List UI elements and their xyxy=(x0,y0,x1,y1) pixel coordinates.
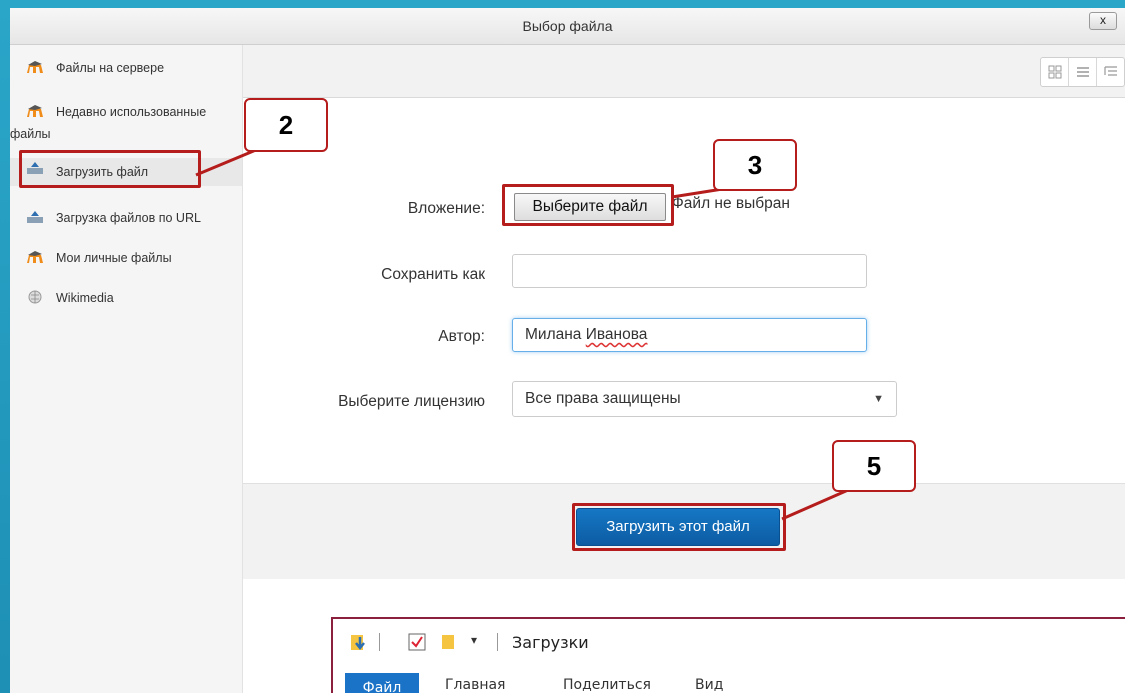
callout-step-3: 3 xyxy=(713,139,797,191)
callout-step-2: 2 xyxy=(244,98,328,152)
callout-lines xyxy=(195,145,856,521)
callout-step-5: 5 xyxy=(832,440,916,492)
